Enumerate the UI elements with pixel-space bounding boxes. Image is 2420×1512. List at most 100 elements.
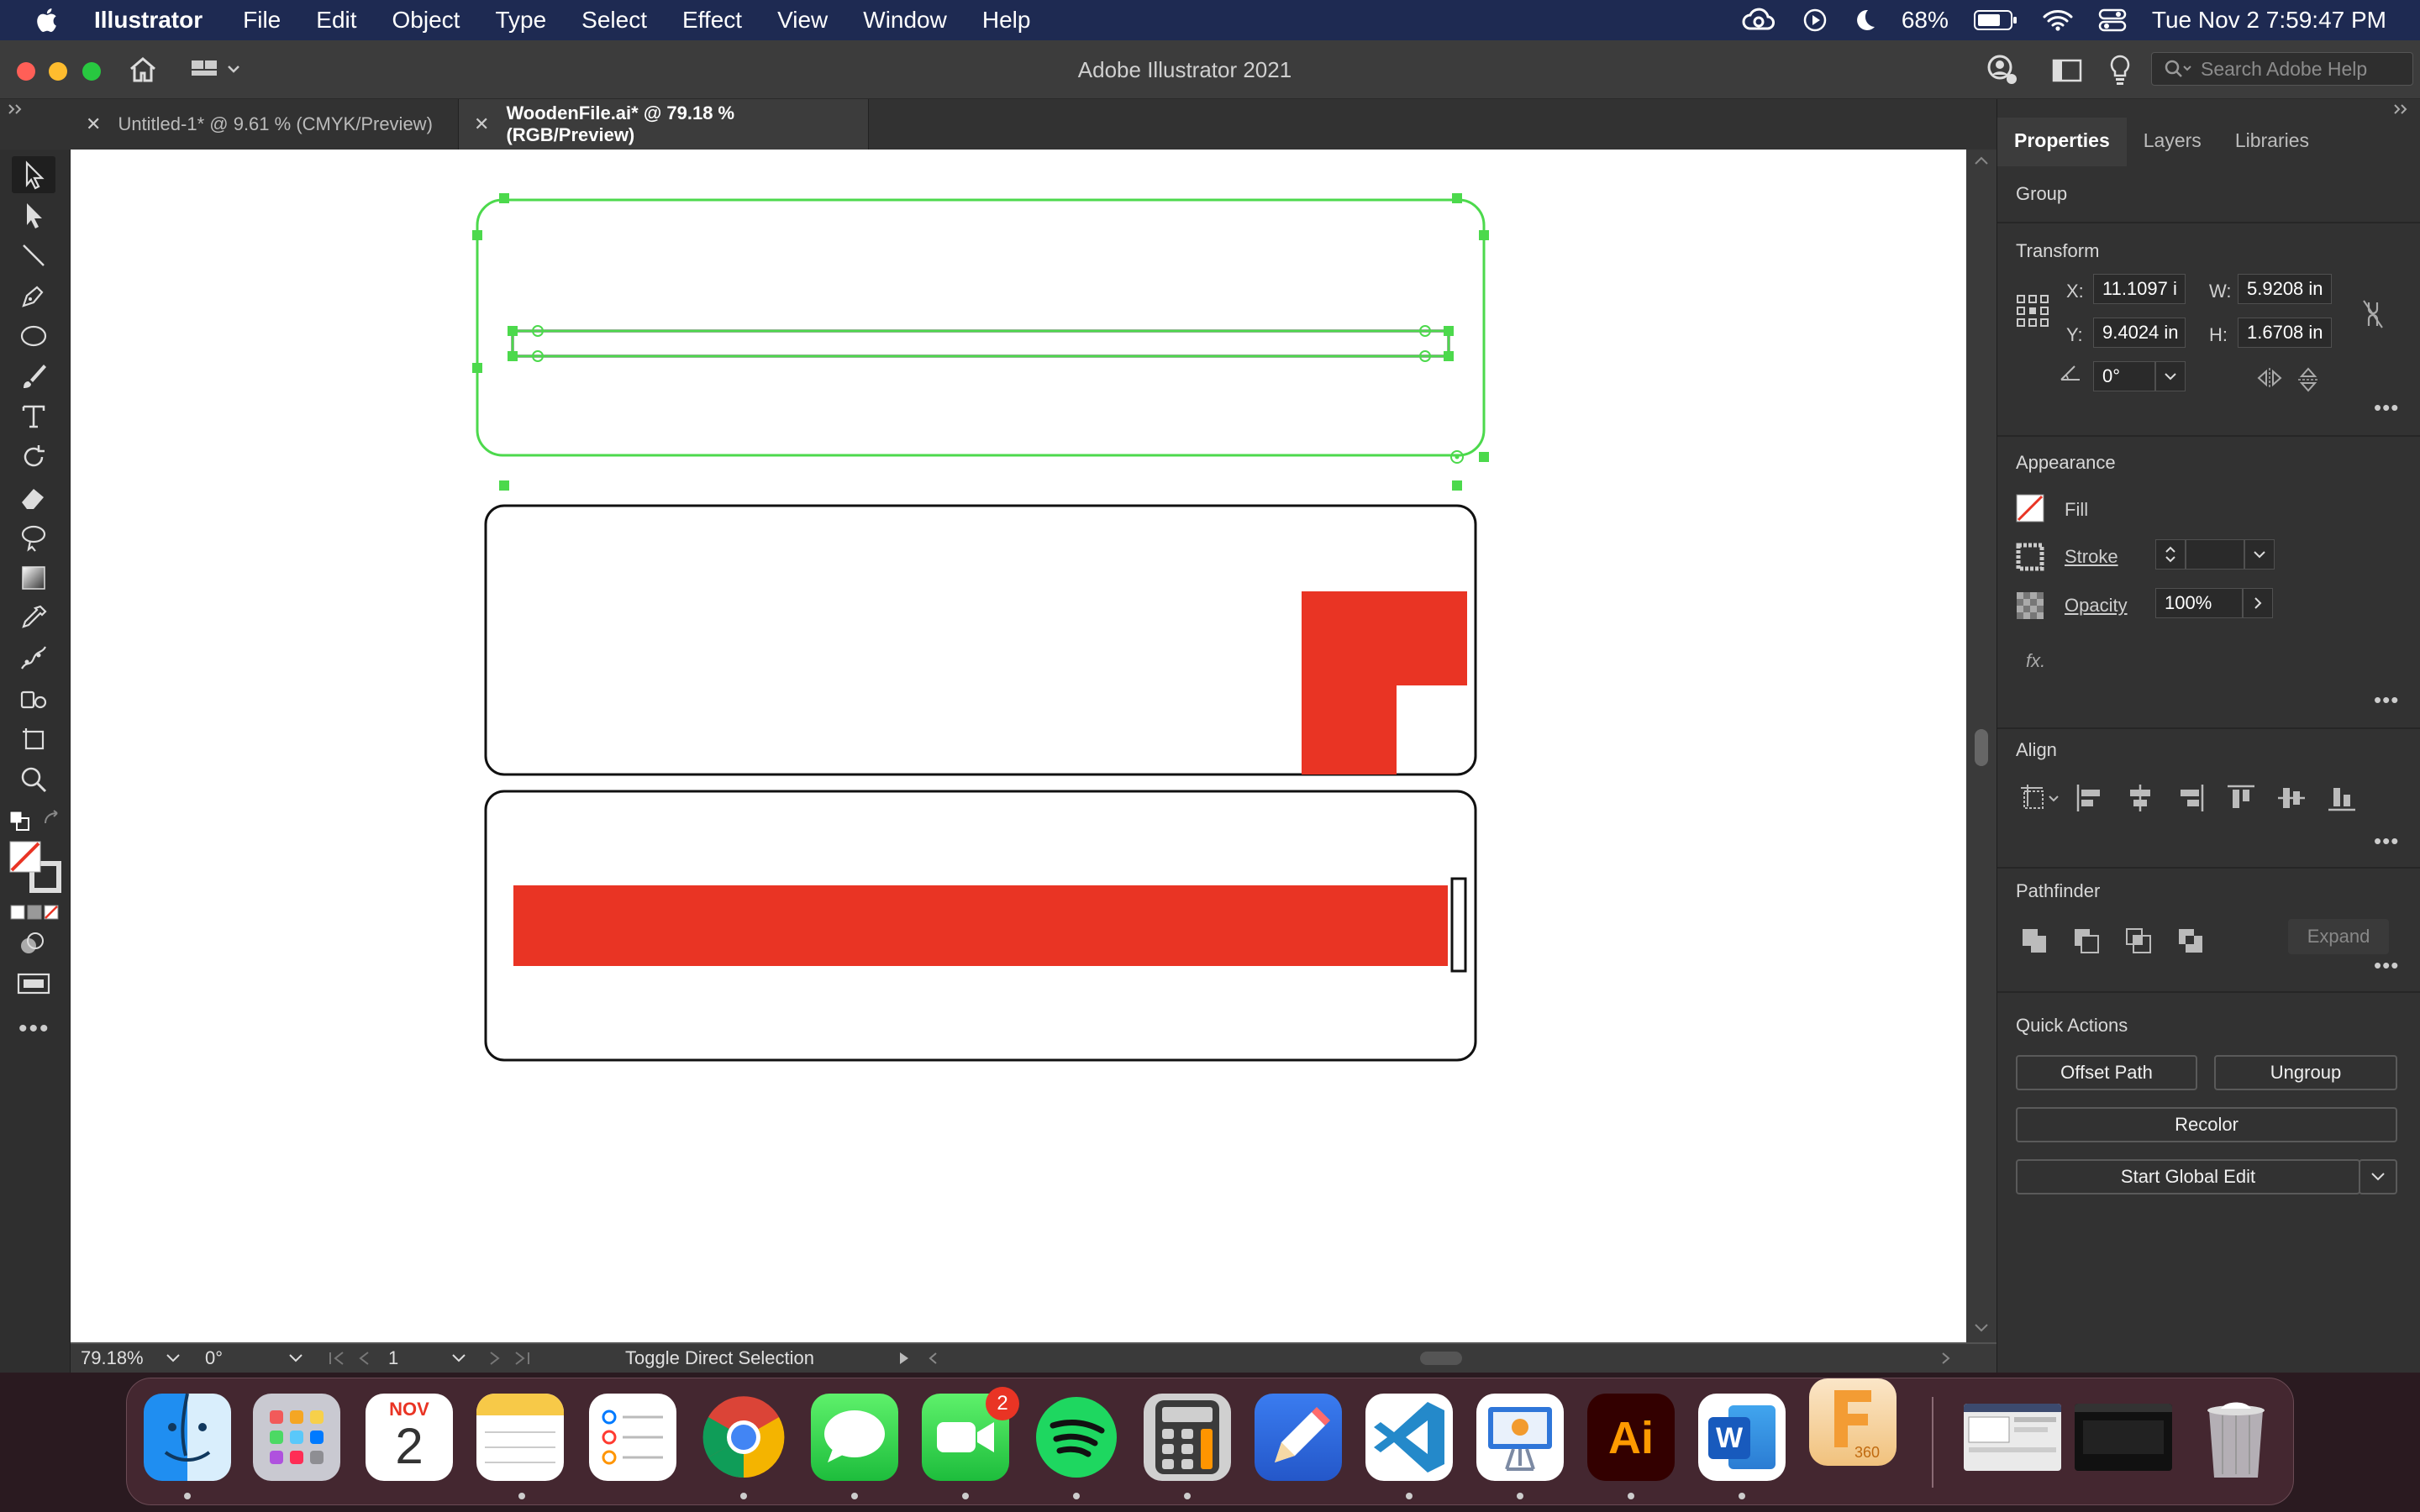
recolor-button[interactable]: Recolor [2016,1107,2397,1142]
gradient-tool[interactable] [12,559,55,596]
scroll-up-icon[interactable] [1973,155,1990,166]
align-top-icon[interactable] [2226,783,2256,813]
scroll-left-icon[interactable] [926,1351,939,1366]
align-vertical-center-icon[interactable] [2276,783,2307,813]
scroll-down-icon[interactable] [1973,1322,1990,1334]
fill-stroke-swatch-icon[interactable] [8,840,62,894]
symbol-sprayer-tool[interactable] [12,680,55,717]
eyedropper-tool[interactable] [12,600,55,637]
dock-launchpad-icon[interactable] [253,1394,340,1481]
horizontal-scroll-thumb[interactable] [1420,1352,1462,1365]
small-end-rect[interactable] [1450,877,1467,973]
middle-frame-group[interactable] [484,504,1477,776]
menu-type[interactable]: Type [495,7,546,34]
reference-point-icon[interactable] [2016,294,2049,328]
tab-layers[interactable]: Layers [2127,118,2218,166]
pathfinder-minus-front-icon[interactable] [2071,926,2102,956]
opacity-slider-button[interactable] [2243,588,2273,618]
expand-toolbar-icon[interactable] [7,102,24,116]
rotation-angle-input[interactable]: 0° [2093,361,2155,391]
flip-vertical-icon[interactable] [2296,366,2320,393]
next-artboard-icon[interactable] [486,1351,504,1366]
dock-calculator-icon[interactable] [1144,1394,1231,1481]
dock-fusion-360-icon[interactable]: 360 [1809,1378,1897,1466]
canvas-area[interactable] [71,150,1996,1362]
rotate-tool[interactable] [12,438,55,475]
screen-mode-icon[interactable] [17,971,50,996]
dock-pencil-app-icon[interactable] [1255,1394,1342,1481]
dock-reminders-icon[interactable] [589,1394,676,1481]
opacity-label[interactable]: Opacity [2065,595,2128,617]
bottom-frame-group[interactable] [484,790,1477,1062]
puppet-warp-tool[interactable] [12,640,55,677]
dock-calendar-icon[interactable]: NOV 2 [366,1394,453,1481]
line-segment-tool[interactable] [12,237,55,274]
selection-tool[interactable] [12,156,55,193]
pathfinder-more-options-icon[interactable]: ••• [2374,953,2399,979]
apple-icon[interactable] [34,7,59,34]
pathfinder-unite-icon[interactable] [2019,926,2049,956]
close-tab-icon[interactable]: ✕ [474,113,489,135]
arrange-documents-icon[interactable] [2052,59,2082,82]
opacity-input[interactable]: 100% [2155,588,2243,618]
red-l-shape[interactable] [1302,591,1467,774]
tab-untitled-1[interactable]: ✕ Untitled-1* @ 9.61 % (CMYK/Preview) [71,99,459,150]
artboard-tool[interactable] [12,721,55,758]
close-tab-icon[interactable]: ✕ [86,113,101,135]
menu-object[interactable]: Object [392,7,460,34]
stroke-swatch-icon[interactable] [2016,543,2044,571]
artboard-dropdown-icon[interactable] [450,1352,467,1364]
align-more-options-icon[interactable]: ••• [2374,828,2399,854]
width-input[interactable]: 5.9208 in [2238,274,2332,304]
top-inner-bar[interactable] [511,329,1450,358]
dock-vscode-icon[interactable] [1365,1394,1453,1481]
tab-properties[interactable]: Properties [1997,118,2127,166]
align-right-icon[interactable] [2175,783,2206,813]
swap-fill-stroke-icon[interactable] [42,810,62,830]
constrain-proportions-icon[interactable] [2360,297,2386,331]
status-menu-icon[interactable] [897,1351,911,1366]
menu-view[interactable]: View [777,7,828,34]
dock-minimized-window-1[interactable] [1964,1404,2061,1471]
draw-mode-icon[interactable] [18,931,45,956]
menu-window[interactable]: Window [863,7,947,34]
transform-more-options-icon[interactable]: ••• [2374,395,2399,421]
default-fill-stroke-icon[interactable] [8,810,32,833]
creative-cloud-icon[interactable] [1740,7,1777,34]
scroll-thumb[interactable] [1975,729,1988,766]
tab-libraries[interactable]: Libraries [2218,118,2326,166]
last-artboard-icon[interactable] [513,1351,531,1366]
opacity-checker-icon[interactable] [2016,591,2044,620]
fx-effects-button[interactable]: fx. [2026,650,2045,672]
previous-artboard-icon[interactable] [355,1351,373,1366]
stroke-weight-stepper[interactable] [2155,539,2186,570]
zoom-tool[interactable] [12,761,55,798]
menu-app-name[interactable]: Illustrator [94,7,203,34]
vertical-scrollbar[interactable] [1966,150,1996,1342]
paintbrush-tool[interactable] [12,358,55,395]
color-mode-icons[interactable] [10,904,60,921]
play-icon[interactable] [1802,8,1828,33]
control-center-icon[interactable] [2098,8,2127,33]
zoom-dropdown-icon[interactable] [165,1352,182,1364]
shape-builder-tool[interactable] [12,519,55,556]
dock-minimized-window-2[interactable] [2075,1404,2172,1471]
menu-effect[interactable]: Effect [682,7,742,34]
search-adobe-help-input[interactable]: Search Adobe Help [2151,52,2413,86]
start-global-edit-button[interactable]: Start Global Edit [2016,1159,2360,1194]
battery-icon[interactable] [1973,9,2018,31]
menu-edit[interactable]: Edit [316,7,356,34]
menu-help[interactable]: Help [982,7,1031,34]
eraser-tool[interactable] [12,479,55,516]
scroll-right-icon[interactable] [1939,1351,1953,1366]
tab-woodenfile[interactable]: ✕ WoodenFile.ai* @ 79.18 % (RGB/Preview) [459,99,869,150]
rotation-view[interactable]: 0° [205,1347,223,1369]
expand-button[interactable]: Expand [2288,919,2389,954]
dock-keynote-icon[interactable] [1476,1394,1564,1481]
y-position-input[interactable]: 9.4024 in [2093,318,2186,348]
dock-finder-icon[interactable] [144,1394,231,1481]
dock-trash-icon[interactable] [2192,1394,2280,1481]
dock-notes-icon[interactable] [476,1394,564,1481]
direct-selection-tool[interactable] [12,197,55,234]
selected-group[interactable] [472,193,1489,491]
